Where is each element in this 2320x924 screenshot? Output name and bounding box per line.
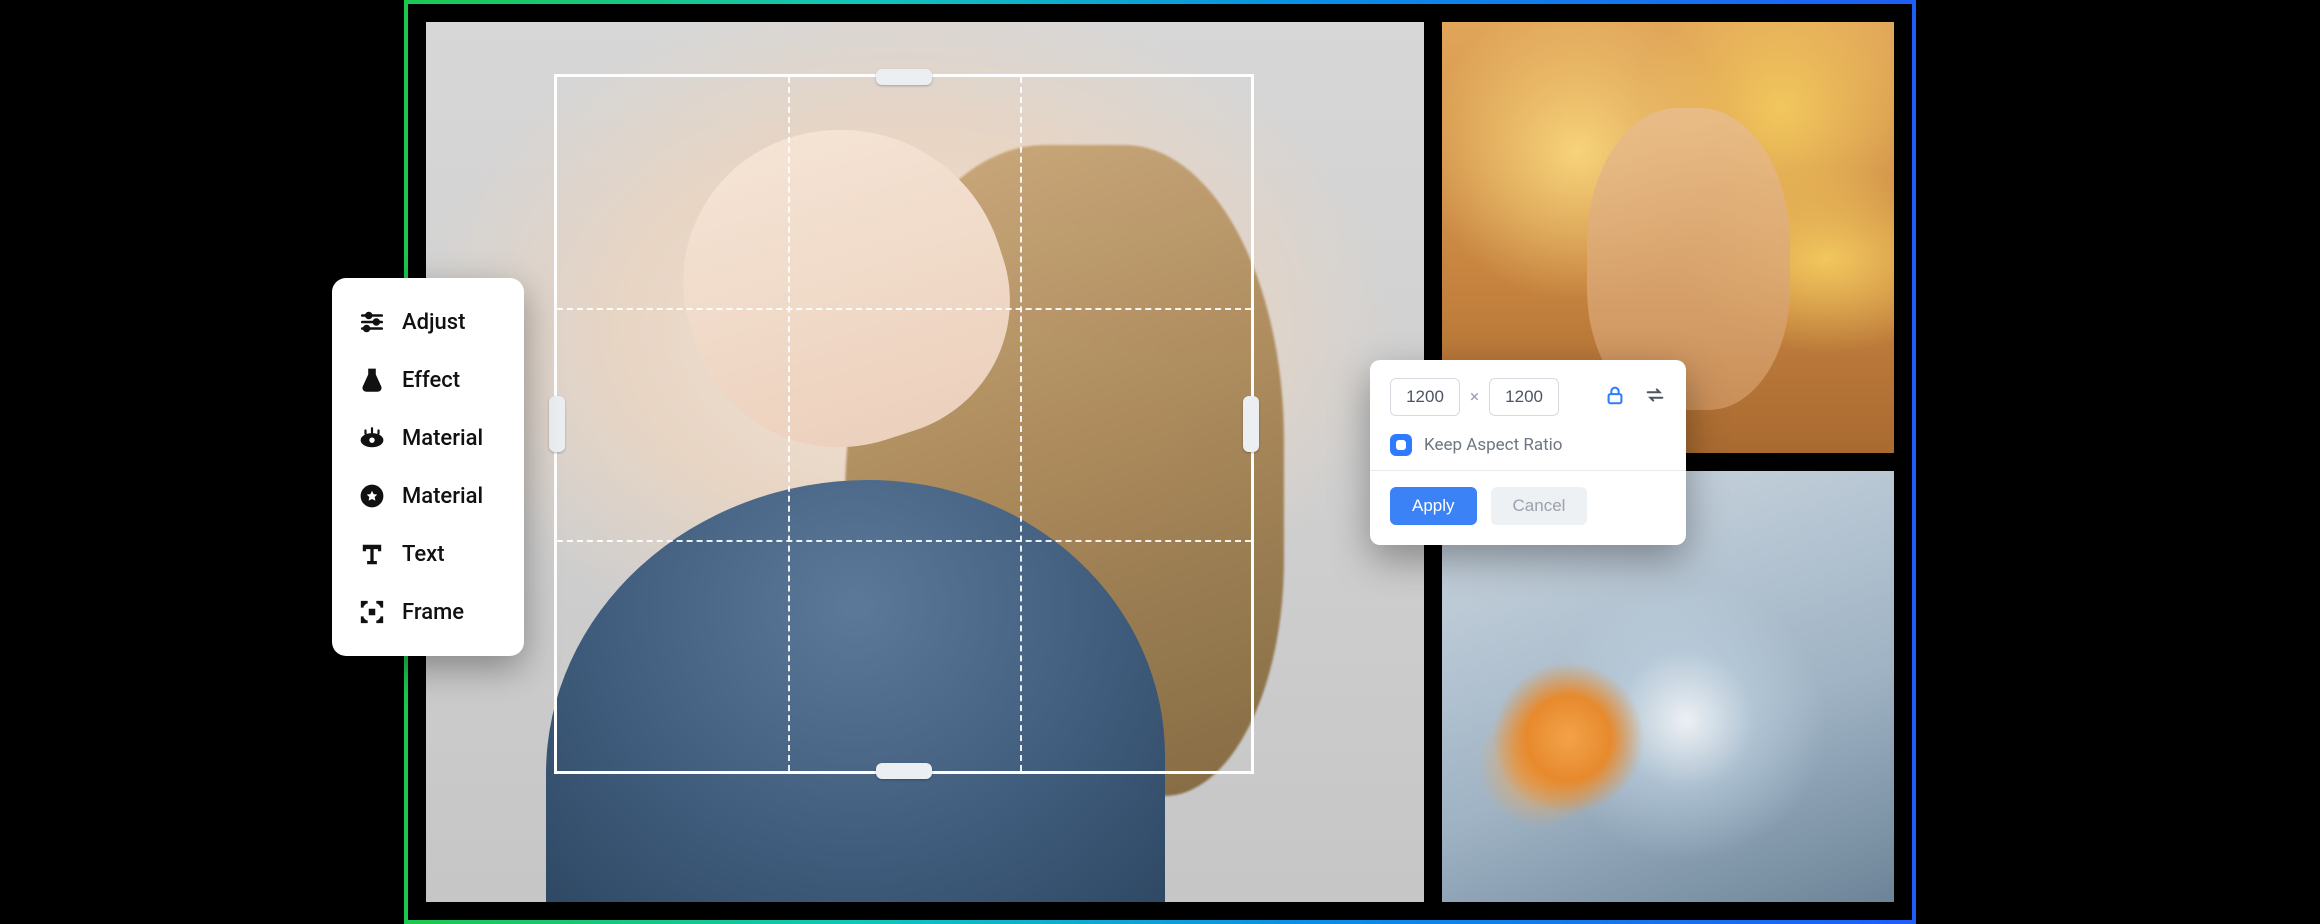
- text-icon: [358, 540, 386, 568]
- star-badge-icon: [358, 482, 386, 510]
- tool-material-eye[interactable]: Material: [356, 414, 500, 462]
- resize-panel: × Keep Aspect Ratio Apply Cancel: [1370, 360, 1686, 545]
- lock-icon[interactable]: [1604, 384, 1626, 411]
- editor-stage: [404, 0, 1916, 924]
- apply-button[interactable]: Apply: [1390, 487, 1477, 525]
- keep-aspect-row[interactable]: Keep Aspect Ratio: [1390, 434, 1666, 456]
- crop-handle-top[interactable]: [876, 69, 932, 85]
- sliders-icon: [358, 308, 386, 336]
- tool-label: Frame: [402, 600, 464, 625]
- crop-grid-line: [1020, 77, 1022, 771]
- tool-adjust[interactable]: Adjust: [356, 298, 500, 346]
- tool-label: Adjust: [402, 310, 465, 335]
- panel-divider: [1370, 470, 1686, 471]
- tool-text[interactable]: Text: [356, 530, 500, 578]
- height-input[interactable]: [1489, 378, 1559, 416]
- flask-icon: [358, 366, 386, 394]
- crop-handle-left[interactable]: [549, 396, 565, 452]
- tool-frame[interactable]: Frame: [356, 588, 500, 636]
- tools-panel: Adjust Effect Material Material Text Fra…: [332, 278, 524, 656]
- tool-effect[interactable]: Effect: [356, 356, 500, 404]
- crop-handle-bottom[interactable]: [876, 763, 932, 779]
- swap-icon[interactable]: [1644, 384, 1666, 411]
- crop-selection[interactable]: [554, 74, 1254, 774]
- dimensions-row: ×: [1390, 378, 1666, 416]
- dimension-separator: ×: [1470, 387, 1479, 407]
- crop-grid-line: [788, 77, 790, 771]
- frame-inner: [408, 4, 1912, 920]
- tool-label: Effect: [402, 368, 460, 393]
- tool-material-star[interactable]: Material: [356, 472, 500, 520]
- crop-handle-right[interactable]: [1243, 396, 1259, 452]
- crop-grid-line: [557, 308, 1251, 310]
- crop-grid-line: [557, 540, 1251, 542]
- frame-icon: [358, 598, 386, 626]
- panel-buttons: Apply Cancel: [1390, 487, 1666, 525]
- eye-icon: [358, 424, 386, 452]
- gradient-frame: [404, 0, 1916, 924]
- tool-label: Material: [402, 484, 483, 509]
- main-canvas[interactable]: [426, 22, 1424, 902]
- keep-aspect-label: Keep Aspect Ratio: [1424, 435, 1562, 455]
- keep-aspect-checkbox[interactable]: [1390, 434, 1412, 456]
- tool-label: Material: [402, 426, 483, 451]
- cancel-button[interactable]: Cancel: [1491, 487, 1588, 525]
- tool-label: Text: [402, 542, 445, 567]
- width-input[interactable]: [1390, 378, 1460, 416]
